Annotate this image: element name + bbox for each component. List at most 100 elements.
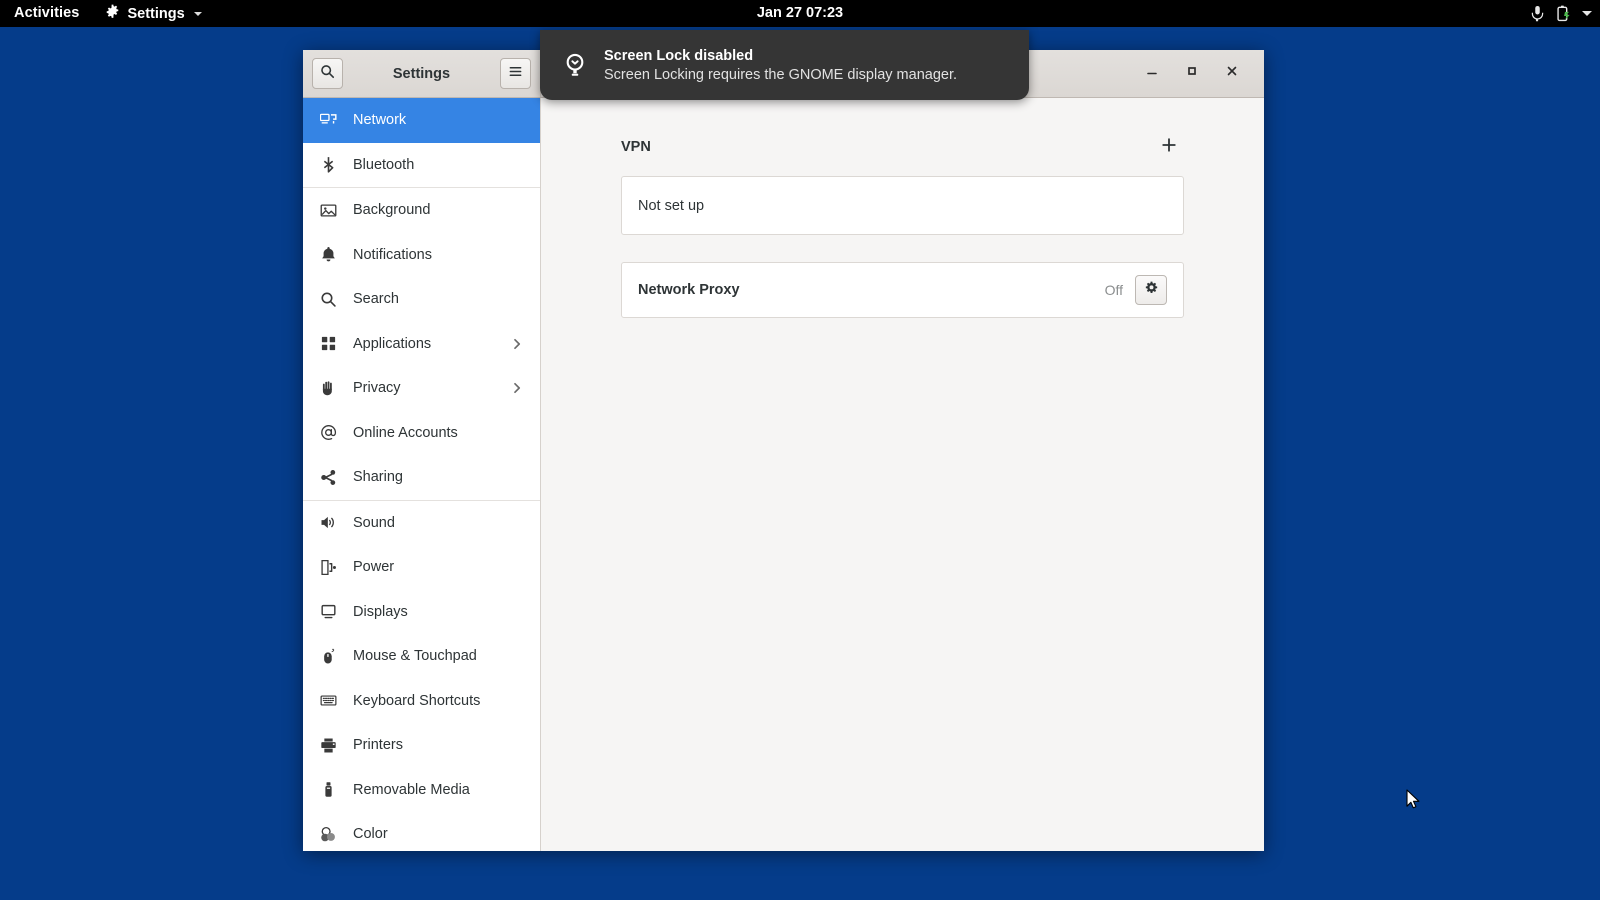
monitor-icon — [317, 601, 339, 623]
notification-title: Screen Lock disabled — [604, 47, 754, 64]
clock[interactable]: Jan 27 07:23 — [757, 0, 843, 27]
sidebar-item-label: Removable Media — [353, 781, 470, 798]
sidebar-item-label: Background — [353, 202, 431, 219]
vpn-card[interactable]: Not set up — [621, 176, 1184, 235]
maximize-icon — [1185, 64, 1199, 83]
search-button[interactable] — [312, 58, 343, 89]
network-proxy-status: Off — [1104, 282, 1123, 298]
sidebar-item-removable-media[interactable]: Removable Media — [303, 768, 540, 813]
gear-icon — [1144, 281, 1159, 300]
at-sign-icon — [317, 422, 339, 444]
sidebar-item-notifications[interactable]: Notifications — [303, 233, 540, 278]
desktop: Activities Settings Jan 27 07:23 Setting… — [0, 0, 1600, 900]
sidebar-item-search[interactable]: Search — [303, 277, 540, 322]
lightbulb-hint-icon — [558, 50, 592, 80]
bluetooth-icon — [317, 154, 339, 176]
speaker-icon — [317, 512, 339, 534]
sidebar-item-sound[interactable]: Sound — [303, 501, 540, 546]
chevron-down-icon — [193, 11, 202, 16]
menu-button[interactable] — [500, 58, 531, 89]
sidebar-item-label: Bluetooth — [353, 156, 415, 173]
mouse-icon — [317, 645, 339, 667]
app-menu-label: Settings — [127, 5, 185, 22]
sidebar-item-power[interactable]: Power — [303, 545, 540, 590]
sidebar-item-label: Sound — [353, 514, 395, 531]
titlebar-left: Settings — [303, 50, 541, 97]
apps-grid-icon — [317, 333, 339, 355]
sidebar-item-label: Applications — [353, 335, 432, 352]
activities-button[interactable]: Activities — [0, 0, 93, 27]
sidebar-item-label: Printers — [353, 737, 403, 754]
bell-icon — [317, 244, 339, 266]
window-body: Network Bluetooth Background Notificatio… — [303, 98, 1264, 851]
sidebar-item-printers[interactable]: Printers — [303, 723, 540, 768]
search-icon — [320, 64, 335, 84]
sidebar-item-applications[interactable]: Applications — [303, 322, 540, 367]
gear-icon — [105, 4, 120, 23]
sidebar-item-keyboard-shortcuts[interactable]: Keyboard Shortcuts — [303, 679, 540, 724]
sidebar-item-mouse-touchpad[interactable]: Mouse & Touchpad — [303, 634, 540, 679]
network-icon — [317, 109, 339, 131]
sidebar-item-color[interactable]: Color — [303, 812, 540, 851]
app-menu-button[interactable]: Settings — [93, 4, 213, 23]
search-icon — [317, 288, 339, 310]
close-icon — [1225, 64, 1239, 83]
sidebar-item-label: Color — [353, 826, 388, 843]
printer-icon — [317, 734, 339, 756]
vpn-status-label: Not set up — [638, 197, 705, 214]
usb-drive-icon — [317, 779, 339, 801]
network-proxy-row[interactable]: Network Proxy Off — [622, 263, 1183, 317]
vpn-section-header: VPN — [621, 134, 1184, 160]
notification-body: Screen Locking requires the GNOME displa… — [604, 66, 958, 83]
settings-sidebar: Network Bluetooth Background Notificatio… — [303, 98, 541, 851]
network-proxy-controls: Off — [1105, 275, 1167, 305]
sidebar-item-bluetooth[interactable]: Bluetooth — [303, 143, 540, 188]
sidebar-item-label: Sharing — [353, 469, 403, 486]
notification-text: Screen Lock disabled Screen Locking requ… — [604, 48, 957, 83]
hand-icon — [317, 377, 339, 399]
battery-charging-icon — [1556, 5, 1571, 22]
network-proxy-settings-button[interactable] — [1135, 275, 1167, 305]
chevron-right-icon — [510, 382, 524, 394]
sidebar-item-sharing[interactable]: Sharing — [303, 455, 540, 500]
network-proxy-label: Network Proxy — [638, 282, 740, 298]
mouse-cursor — [1406, 789, 1422, 816]
notification-banner[interactable]: Screen Lock disabled Screen Locking requ… — [540, 30, 1029, 100]
add-vpn-button[interactable] — [1154, 132, 1184, 162]
vpn-status-row[interactable]: Not set up — [622, 177, 1183, 234]
window-title: Settings — [392, 65, 451, 82]
minimize-button[interactable] — [1132, 54, 1172, 94]
vpn-section-title: VPN — [621, 139, 651, 155]
sidebar-item-label: Mouse & Touchpad — [353, 648, 477, 665]
sidebar-item-privacy[interactable]: Privacy — [303, 366, 540, 411]
system-menu-chevron-icon[interactable] — [1582, 11, 1592, 16]
sidebar-item-displays[interactable]: Displays — [303, 590, 540, 635]
share-icon — [317, 466, 339, 488]
power-plug-icon — [317, 556, 339, 578]
close-button[interactable] — [1212, 54, 1252, 94]
sidebar-item-network[interactable]: Network — [303, 98, 540, 143]
background-icon — [317, 199, 339, 221]
sidebar-item-label: Notifications — [353, 246, 432, 263]
settings-content-network: VPN Not set up Network Proxy Off — [541, 98, 1264, 851]
gnome-top-bar: Activities Settings Jan 27 07:23 — [0, 0, 1600, 27]
hamburger-menu-icon — [508, 64, 523, 84]
sidebar-item-label: Privacy — [353, 380, 401, 397]
sidebar-item-label: Search — [353, 291, 399, 308]
sidebar-item-label: Power — [353, 559, 395, 576]
sidebar-item-online-accounts[interactable]: Online Accounts — [303, 411, 540, 456]
sidebar-item-label: Keyboard Shortcuts — [353, 692, 481, 709]
network-proxy-card[interactable]: Network Proxy Off — [621, 262, 1184, 318]
keyboard-icon — [317, 690, 339, 712]
sidebar-item-label: Network — [353, 112, 407, 129]
color-icon — [317, 823, 339, 845]
minimize-icon — [1145, 64, 1159, 83]
sidebar-item-background[interactable]: Background — [303, 188, 540, 233]
chevron-right-icon — [510, 338, 524, 350]
maximize-button[interactable] — [1172, 54, 1212, 94]
microphone-icon — [1530, 5, 1545, 22]
settings-window: Settings Network Bluetooth Background No… — [303, 50, 1264, 851]
sidebar-item-label: Online Accounts — [353, 424, 458, 441]
system-status-area[interactable] — [1530, 0, 1592, 27]
